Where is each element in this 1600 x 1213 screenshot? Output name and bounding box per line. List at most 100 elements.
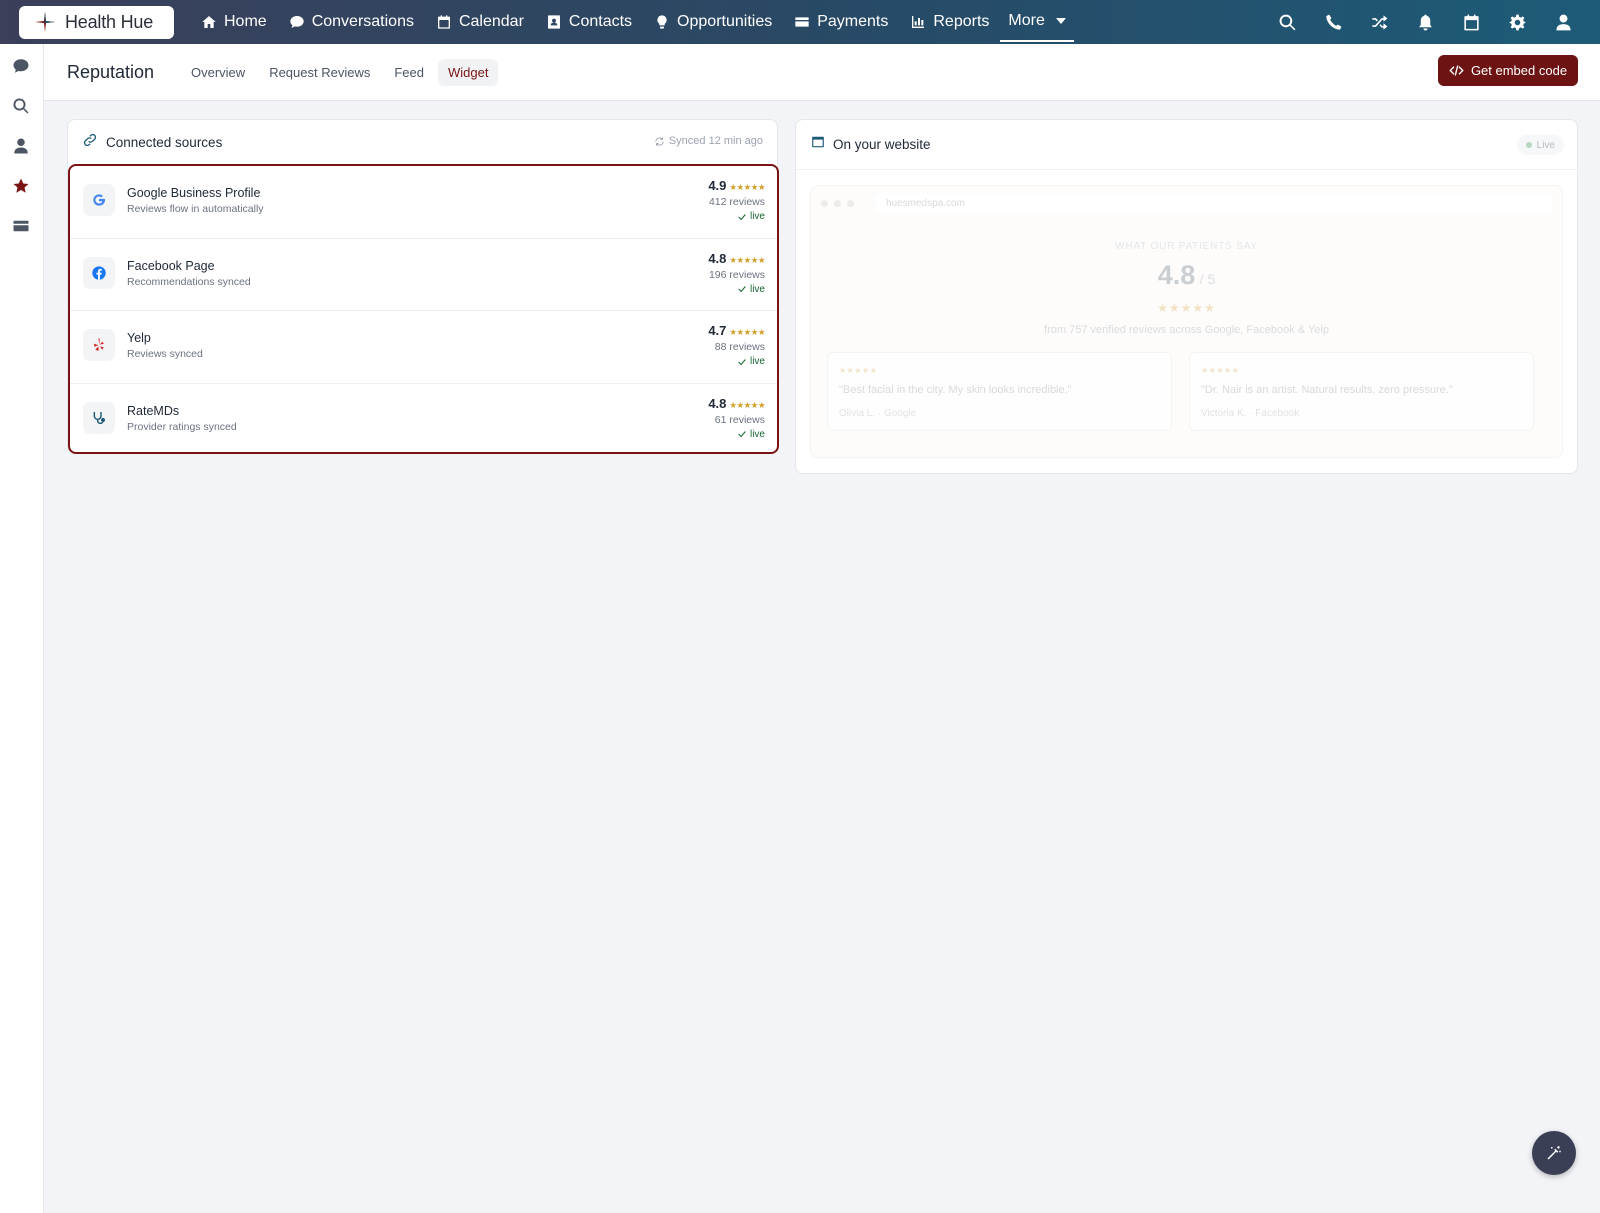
rail-search[interactable] — [12, 97, 32, 117]
bar-chart-icon — [912, 16, 925, 28]
source-status-label: live — [749, 356, 765, 367]
preview-review-card: ★★★★★ "Best facial in the city. My skin … — [827, 352, 1172, 431]
nav-contacts[interactable]: Contacts — [535, 0, 643, 44]
star-rating-icon: ★★★★★ — [729, 399, 765, 410]
bell-icon — [1418, 14, 1432, 30]
calendar-button[interactable] — [1448, 0, 1494, 44]
settings-button[interactable] — [1494, 0, 1540, 44]
magic-wand-icon — [1547, 1146, 1561, 1160]
source-row-ratemds[interactable]: RateMDs Provider ratings synced 4.8 ★★★★… — [70, 384, 777, 453]
nav-conversations[interactable]: Conversations — [278, 0, 425, 44]
review-quote: "Dr. Nair is an artist. Natural results,… — [1201, 384, 1453, 396]
refresh-icon — [655, 136, 664, 146]
source-description: Reviews synced — [127, 348, 203, 360]
get-embed-code-button[interactable]: Get embed code — [1438, 55, 1578, 86]
contact-card-icon — [547, 15, 560, 29]
source-row-facebook[interactable]: Facebook Page Recommendations synced 4.8… — [70, 239, 777, 311]
widget-preview: huesmedspa.com WHAT OUR PATIENTS SAY 4.8… — [810, 185, 1563, 458]
card-icon — [13, 220, 29, 232]
source-row-yelp[interactable]: Yelp Reviews synced 4.7 ★★★★★ 88 reviews… — [70, 311, 777, 384]
calendar-icon — [1463, 14, 1479, 30]
rail-payments[interactable] — [12, 217, 32, 237]
chat-icon — [290, 16, 304, 28]
tab-request-reviews[interactable]: Request Reviews — [259, 59, 380, 86]
source-status: live — [737, 356, 765, 367]
tab-widget[interactable]: Widget — [437, 58, 499, 86]
review-quote: "Best facial in the city. My skin looks … — [839, 384, 1072, 396]
search-button[interactable] — [1264, 0, 1310, 44]
nav-contacts-label: Contacts — [568, 13, 633, 30]
source-status-label: live — [749, 211, 765, 222]
window-dot-icon — [834, 199, 841, 207]
source-score: 4.8 — [708, 250, 727, 266]
source-rating: 4.8 ★★★★★ — [708, 251, 765, 266]
source-rating: 4.8 ★★★★★ — [708, 396, 765, 411]
automation-button[interactable] — [1356, 0, 1402, 44]
source-row-google[interactable]: Google Business Profile Reviews flow in … — [70, 166, 777, 239]
get-embed-code-label: Get embed code — [1470, 63, 1568, 78]
stethoscope-icon — [83, 401, 115, 434]
source-name: Yelp — [127, 331, 151, 345]
preview-review-card: ★★★★★ "Dr. Nair is an artist. Natural re… — [1189, 352, 1534, 431]
browser-window-icon — [811, 135, 825, 154]
nav-conversations-label: Conversations — [311, 13, 414, 30]
chat-icon — [13, 59, 29, 73]
nav-more[interactable]: More — [1000, 2, 1074, 42]
nav-home[interactable]: Home — [190, 0, 278, 44]
home-icon — [202, 16, 216, 28]
check-icon — [738, 286, 746, 293]
source-name: Facebook Page — [127, 258, 215, 273]
source-score: 4.8 — [708, 395, 727, 411]
check-icon — [738, 213, 746, 220]
source-status-label: live — [749, 428, 765, 440]
profile-button[interactable] — [1540, 0, 1586, 44]
nav-payments-label: Payments — [817, 13, 889, 30]
source-status: live — [737, 211, 765, 222]
tab-feed[interactable]: Feed — [384, 59, 434, 86]
nav-calendar-label: Calendar — [458, 13, 524, 30]
source-status: live — [737, 284, 765, 295]
brand-name: Health Hue — [65, 11, 154, 32]
notifications-button[interactable] — [1402, 0, 1448, 44]
yelp-icon — [83, 329, 115, 361]
website-preview-card: On your website Live huesmedspa.com WHAT… — [795, 119, 1578, 474]
source-description: Reviews flow in automatically — [127, 203, 264, 215]
facebook-icon — [83, 256, 115, 289]
phone-button[interactable] — [1310, 0, 1356, 44]
page-title: Reputation — [67, 61, 155, 82]
nav-more-label: More — [1008, 12, 1045, 29]
page-header: Reputation Overview Request Reviews Feed… — [44, 44, 1600, 101]
utility-icons — [1264, 0, 1586, 44]
website-preview-header: On your website Live — [796, 120, 1577, 170]
source-rating: 4.9 ★★★★★ — [708, 178, 765, 193]
nav-reports[interactable]: Reports — [899, 0, 1000, 44]
connected-sources-card: Connected sources Synced 12 min ago Goog… — [67, 119, 779, 454]
link-icon — [82, 132, 98, 153]
rail-reputation[interactable] — [12, 177, 32, 197]
nav-opportunities-label: Opportunities — [677, 13, 773, 30]
credit-card-icon — [795, 17, 809, 27]
code-icon — [1449, 65, 1464, 76]
star-rating-icon: ★★★★★ — [729, 254, 765, 265]
ai-assistant-button[interactable] — [1532, 1131, 1576, 1175]
window-dot-icon — [821, 199, 828, 207]
connected-sources-header: Connected sources Synced 12 min ago — [68, 120, 777, 164]
top-navigation: Health Hue Home Conversations Calendar C… — [0, 0, 1600, 44]
google-icon — [83, 184, 115, 216]
nav-opportunities[interactable]: Opportunities — [643, 0, 783, 44]
source-description: Recommendations synced — [127, 275, 251, 288]
nav-calendar[interactable]: Calendar — [425, 0, 535, 44]
rail-contacts[interactable] — [12, 137, 32, 157]
source-description: Provider ratings synced — [127, 420, 237, 433]
health-hue-logo-icon — [35, 12, 55, 32]
tab-overview[interactable]: Overview — [181, 59, 255, 86]
nav-payments[interactable]: Payments — [783, 0, 899, 44]
preview-summary: from 757 verified reviews across Google,… — [1044, 324, 1329, 336]
rail-conversations[interactable] — [12, 57, 32, 77]
brand-logo[interactable]: Health Hue — [19, 5, 174, 39]
user-icon — [1555, 14, 1571, 30]
live-status-label: Live — [1536, 139, 1555, 151]
preview-stars-icon: ★★★★★ — [1157, 301, 1216, 315]
source-score: 4.7 — [708, 323, 727, 338]
star-rating-icon: ★★★★★ — [729, 327, 765, 337]
